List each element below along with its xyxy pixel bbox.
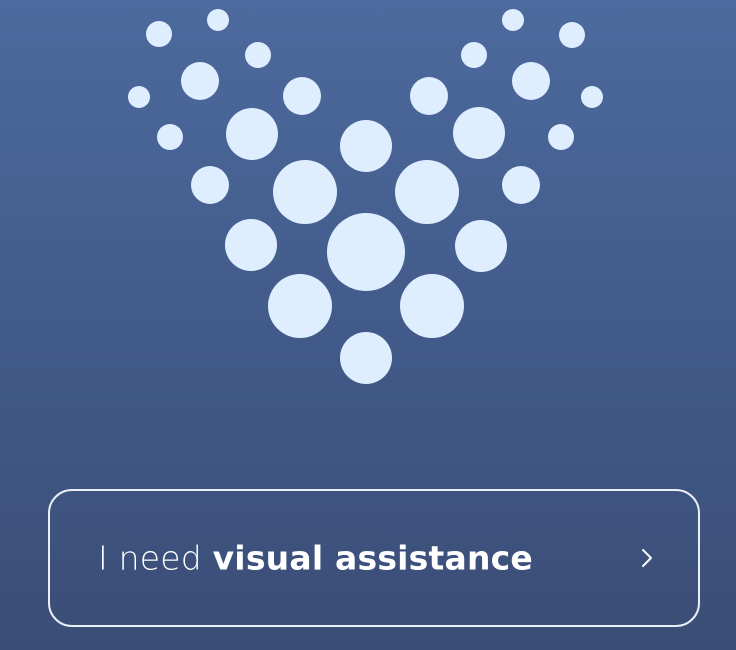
logo-dot (559, 22, 585, 48)
logo-dot (548, 124, 574, 150)
logo-dot (340, 120, 392, 172)
logo-dot (146, 21, 172, 47)
visual-assistance-button[interactable]: I need visual assistance (48, 489, 700, 627)
logo (128, 9, 603, 384)
visual-assistance-label: I need visual assistance (98, 539, 533, 578)
logo-dot (273, 160, 337, 224)
logo-dot (191, 166, 229, 204)
label-emphasis: visual assistance (212, 538, 534, 578)
logo-dot (400, 274, 464, 338)
logo-dot (340, 332, 392, 384)
logo-dot (410, 77, 448, 115)
logo-dot (327, 213, 405, 291)
logo-dot (455, 220, 507, 272)
logo-dot (245, 42, 271, 68)
logo-dot (502, 9, 524, 31)
logo-dot (157, 124, 183, 150)
logo-dot (581, 86, 603, 108)
logo-dot (283, 77, 321, 115)
logo-dot (268, 274, 332, 338)
logo-dot (226, 108, 278, 160)
logo-dot (128, 86, 150, 108)
chevron-right-icon (642, 549, 652, 567)
logo-dot (181, 62, 219, 100)
logo-dot (502, 166, 540, 204)
logo-dot (207, 9, 229, 31)
logo-dot (395, 160, 459, 224)
logo-dot (461, 42, 487, 68)
logo-dot (225, 219, 277, 271)
logo-dot (512, 62, 550, 100)
label-prefix: I need (98, 538, 213, 578)
logo-dot (453, 107, 505, 159)
